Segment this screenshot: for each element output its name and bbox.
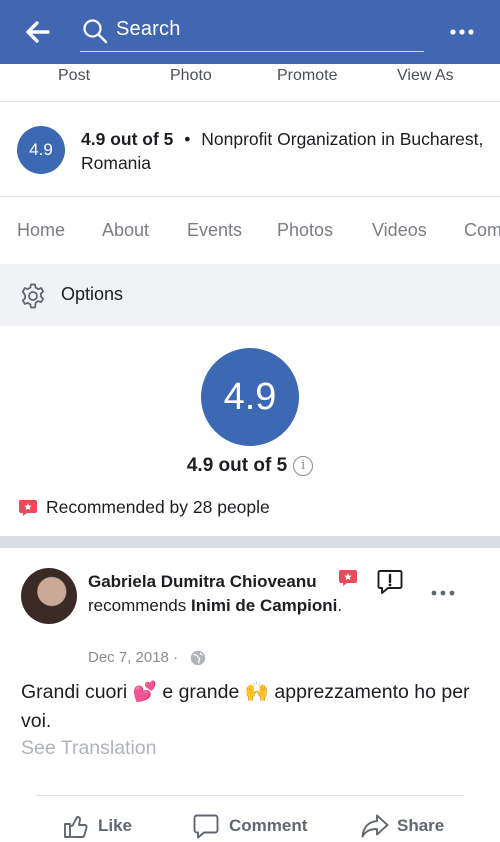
review-card: Gabriela Dumitra Chioveanu recommends In… — [0, 548, 500, 842]
rating-badge-small: 4.9 — [17, 126, 65, 174]
info-icon[interactable]: i — [293, 456, 314, 476]
separator-dot: • — [184, 129, 191, 149]
tab-home[interactable]: Home — [17, 220, 65, 241]
recommend-icon — [19, 500, 37, 516]
tab-videos[interactable]: Videos — [372, 220, 427, 241]
tab-about[interactable]: About — [102, 220, 149, 241]
more-options-icon[interactable] — [446, 22, 478, 42]
page-tabs: Home About Events Photos Videos Com — [0, 198, 500, 264]
review-body: Grandi cuori 💕 e grande 🙌 apprezzamento … — [21, 681, 470, 732]
top-bar: Search — [0, 0, 500, 64]
back-arrow-icon[interactable] — [22, 18, 54, 46]
review-period: . — [337, 596, 343, 615]
search-icon — [83, 19, 108, 44]
rating-text: 4.9 out of 5 — [81, 129, 174, 149]
rating-summary: 4.9 4.9 out of 5i Recommended by 28 peop… — [0, 326, 500, 536]
page-info-text: 4.9 out of 5 • Nonprofit Organization in… — [81, 127, 491, 175]
report-icon[interactable] — [376, 568, 404, 596]
share-icon — [361, 814, 389, 838]
share-label: Share — [397, 816, 445, 835]
options-label: Options — [61, 284, 124, 304]
review-date[interactable]: Dec 7, 2018 — [88, 649, 169, 666]
recommended-text: Recommended by 28 people — [46, 497, 270, 517]
like-button[interactable]: Like — [62, 812, 142, 840]
page-actions-row: Post Photo Promote View As — [0, 64, 500, 102]
comment-button[interactable]: Comment — [192, 812, 312, 840]
review-header: Gabriela Dumitra Chioveanu recommends In… — [88, 570, 378, 618]
promote-action[interactable]: Promote — [277, 67, 337, 85]
options-button[interactable]: Options — [0, 264, 500, 326]
rating-score-text: 4.9 out of 5 — [186, 455, 288, 476]
rating-score: 4.9 out of 5i — [0, 455, 500, 477]
comment-label: Comment — [229, 816, 308, 835]
page-info: 4.9 4.9 out of 5 • Nonprofit Organizatio… — [0, 103, 500, 197]
comment-icon — [193, 814, 219, 839]
search-placeholder: Search — [116, 18, 181, 40]
see-translation-link[interactable]: See Translation — [21, 737, 157, 760]
search-input[interactable]: Search — [80, 10, 424, 52]
tab-community[interactable]: Com — [464, 220, 500, 241]
gear-icon — [21, 283, 45, 309]
date-separator: · — [173, 649, 179, 666]
tab-photos[interactable]: Photos — [277, 220, 333, 241]
review-date-row: Dec 7, 2018 · — [88, 649, 178, 666]
recommend-badge-icon — [339, 570, 357, 586]
section-divider — [0, 536, 500, 548]
photo-action[interactable]: Photo — [170, 67, 212, 85]
review-actions-divider — [36, 795, 464, 796]
like-icon — [64, 816, 88, 838]
share-button[interactable]: Share — [360, 812, 450, 840]
review-page-name[interactable]: Inimi de Campioni — [191, 596, 337, 615]
view-as-action[interactable]: View As — [397, 67, 454, 85]
rating-badge-large: 4.9 — [201, 348, 299, 446]
review-author[interactable]: Gabriela Dumitra Chioveanu — [88, 572, 317, 591]
recommends-word: recommends — [88, 596, 187, 615]
review-actions: Like Comment Share — [0, 812, 500, 842]
like-label: Like — [98, 816, 133, 835]
post-action[interactable]: Post — [58, 67, 90, 85]
more-options-icon[interactable] — [430, 588, 456, 598]
tab-events[interactable]: Events — [187, 220, 242, 241]
globe-icon — [190, 650, 206, 666]
avatar[interactable] — [21, 568, 77, 624]
